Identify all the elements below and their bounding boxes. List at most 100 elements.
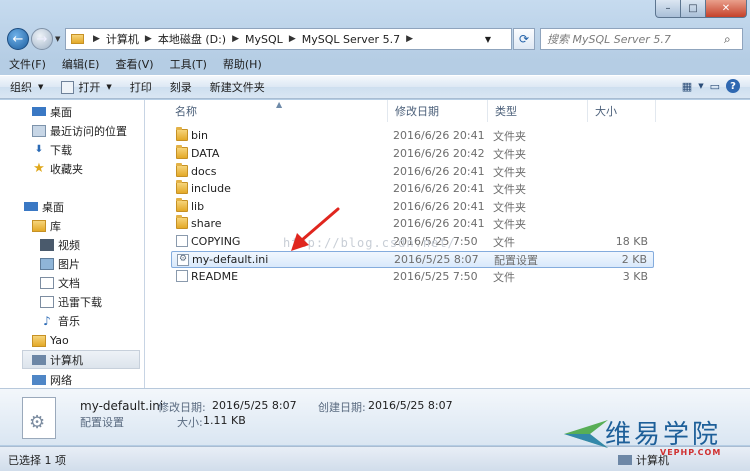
file-icon bbox=[176, 235, 188, 247]
column-size[interactable]: 大小 bbox=[588, 100, 656, 122]
logo-leaf-icon bbox=[564, 420, 608, 448]
nav-downloads[interactable]: ⬇ 下载 bbox=[32, 140, 72, 159]
details-modified-value: 2016/5/25 8:07 bbox=[212, 399, 297, 412]
file-date: 2016/5/25 7:50 bbox=[393, 270, 478, 283]
chevron-right-icon[interactable]: ▶ bbox=[229, 34, 242, 44]
file-row[interactable]: include 2016/6/26 20:41 文件夹 bbox=[171, 180, 654, 197]
nav-label: 库 bbox=[50, 219, 61, 233]
nav-label: 桌面 bbox=[50, 105, 72, 119]
breadcrumb-computer[interactable]: 计算机 bbox=[103, 31, 142, 47]
nav-recent[interactable]: 最近访问的位置 bbox=[32, 121, 127, 140]
menu-help[interactable]: 帮助(H) bbox=[216, 56, 269, 72]
sort-ascending-icon: ▲ bbox=[276, 100, 283, 109]
history-dropdown-icon[interactable]: ▼ bbox=[55, 35, 60, 43]
burn-button[interactable]: 刻录 bbox=[160, 79, 200, 95]
file-row[interactable]: docs 2016/6/26 20:41 文件夹 bbox=[171, 163, 654, 180]
breadcrumb-drive-d[interactable]: 本地磁盘 (D:) bbox=[155, 31, 229, 47]
breadcrumb-mysql-server[interactable]: MySQL Server 5.7 bbox=[299, 33, 403, 46]
file-type: 文件 bbox=[493, 235, 515, 249]
file-row[interactable]: lib 2016/6/26 20:41 文件夹 bbox=[171, 198, 654, 215]
chevron-right-icon[interactable]: ▶ bbox=[90, 34, 103, 44]
details-size-value: 1.11 KB bbox=[203, 414, 246, 427]
new-folder-button[interactable]: 新建文件夹 bbox=[200, 79, 273, 95]
watermark-text: http://blog.csdn.net/ bbox=[283, 236, 456, 250]
forward-button[interactable]: → bbox=[31, 28, 53, 50]
address-bar[interactable]: ▶ 计算机 ▶ 本地磁盘 (D:) ▶ MySQL ▶ MySQL Server… bbox=[65, 28, 512, 50]
file-name: share bbox=[191, 217, 222, 230]
close-button[interactable]: ✕ bbox=[705, 0, 747, 18]
print-button[interactable]: 打印 bbox=[120, 79, 160, 95]
file-date: 2016/6/26 20:41 bbox=[393, 129, 485, 142]
menu-bar: 文件(F) 编辑(E) 查看(V) 工具(T) 帮助(H) bbox=[0, 54, 750, 74]
nav-library[interactable]: 库 bbox=[32, 216, 61, 235]
arrow-right-icon: → bbox=[36, 31, 48, 47]
document-icon bbox=[40, 295, 54, 308]
nav-label: 收藏夹 bbox=[50, 162, 83, 176]
column-type[interactable]: 类型 bbox=[488, 100, 588, 122]
minimize-button[interactable]: – bbox=[655, 0, 681, 18]
nav-xunlei[interactable]: 迅雷下载 bbox=[40, 292, 102, 311]
nav-computer[interactable]: 计算机 bbox=[22, 350, 140, 369]
back-button[interactable]: ← bbox=[7, 28, 29, 50]
file-type: 配置设置 bbox=[494, 253, 538, 267]
folder-icon bbox=[176, 145, 188, 159]
nav-pictures[interactable]: 图片 bbox=[40, 254, 80, 273]
file-type: 文件夹 bbox=[493, 165, 526, 179]
desktop-icon bbox=[24, 202, 38, 211]
menu-edit[interactable]: 编辑(E) bbox=[55, 56, 107, 72]
file-date: 2016/6/26 20:41 bbox=[393, 217, 485, 230]
file-date: 2016/6/26 20:41 bbox=[393, 165, 485, 178]
document-icon bbox=[40, 276, 54, 289]
details-modified-label: 修改日期: bbox=[158, 401, 206, 414]
menu-view[interactable]: 查看(V) bbox=[108, 56, 160, 72]
file-icon bbox=[176, 270, 188, 282]
menu-tools[interactable]: 工具(T) bbox=[163, 56, 214, 72]
open-label: 打开 bbox=[78, 81, 101, 94]
maximize-button[interactable]: □ bbox=[680, 0, 706, 18]
file-size: 18 KB bbox=[615, 235, 648, 248]
arrow-left-icon: ← bbox=[12, 31, 24, 47]
user-folder-icon bbox=[32, 334, 46, 347]
menu-file[interactable]: 文件(F) bbox=[2, 56, 53, 72]
column-date[interactable]: 修改日期 bbox=[388, 100, 488, 122]
view-options-icon[interactable]: ▦ bbox=[682, 80, 692, 93]
file-row[interactable]: DATA 2016/6/26 20:42 文件夹 bbox=[171, 145, 654, 162]
open-button[interactable]: 打开 ▼ bbox=[51, 79, 119, 95]
nav-desktop[interactable]: 桌面 bbox=[24, 197, 64, 216]
breadcrumb-mysql[interactable]: MySQL bbox=[242, 33, 286, 46]
nav-label: 音乐 bbox=[58, 314, 80, 328]
nav-network[interactable]: 网络 bbox=[32, 370, 72, 388]
logo-text: 维易学院 bbox=[605, 420, 722, 450]
command-bar: 组织 ▼ 打开 ▼ 打印 刻录 新建文件夹 ▦ ▼ ▭ ? bbox=[0, 75, 750, 99]
nav-documents[interactable]: 文档 bbox=[40, 273, 80, 292]
help-icon[interactable]: ? bbox=[726, 79, 740, 93]
search-input[interactable] bbox=[541, 31, 724, 47]
nav-videos[interactable]: 视频 bbox=[40, 235, 80, 254]
file-thumbnail: ⚙ bbox=[22, 397, 56, 439]
address-dropdown-icon[interactable]: ▼ bbox=[485, 35, 491, 44]
organize-button[interactable]: 组织 ▼ bbox=[0, 79, 51, 95]
chevron-right-icon[interactable]: ▶ bbox=[286, 34, 299, 44]
nav-favorites[interactable]: ★ 收藏夹 bbox=[32, 159, 83, 178]
file-row[interactable]: share 2016/6/26 20:41 文件夹 bbox=[171, 215, 654, 232]
search-box[interactable]: ⌕ bbox=[540, 28, 743, 50]
chevron-down-icon[interactable]: ▼ bbox=[698, 82, 703, 90]
nav-desktop-fav[interactable]: 桌面 bbox=[32, 102, 72, 121]
nav-user[interactable]: Yao bbox=[32, 331, 69, 350]
search-icon[interactable]: ⌕ bbox=[724, 32, 731, 47]
file-date: 2016/6/26 20:41 bbox=[393, 200, 485, 213]
preview-pane-icon[interactable]: ▭ bbox=[710, 80, 720, 93]
folder-icon bbox=[176, 180, 188, 194]
chevron-right-icon[interactable]: ▶ bbox=[142, 34, 155, 44]
details-size-label: 大小: bbox=[177, 416, 203, 429]
file-row[interactable]: bin 2016/6/26 20:41 文件夹 bbox=[171, 127, 654, 144]
chevron-right-icon[interactable]: ▶ bbox=[403, 34, 416, 44]
nav-label: 文档 bbox=[58, 276, 80, 290]
file-row[interactable]: my-default.ini 2016/5/25 8:07 配置设置 2 KB bbox=[171, 251, 654, 268]
file-size: 2 KB bbox=[621, 253, 647, 266]
file-row[interactable]: README 2016/5/25 7:50 文件 3 KB bbox=[171, 268, 654, 285]
refresh-button[interactable]: ⟳ bbox=[513, 28, 535, 50]
details-type: 配置设置 bbox=[80, 416, 124, 429]
folder-icon bbox=[71, 34, 84, 44]
nav-music[interactable]: ♪ 音乐 bbox=[40, 311, 80, 330]
